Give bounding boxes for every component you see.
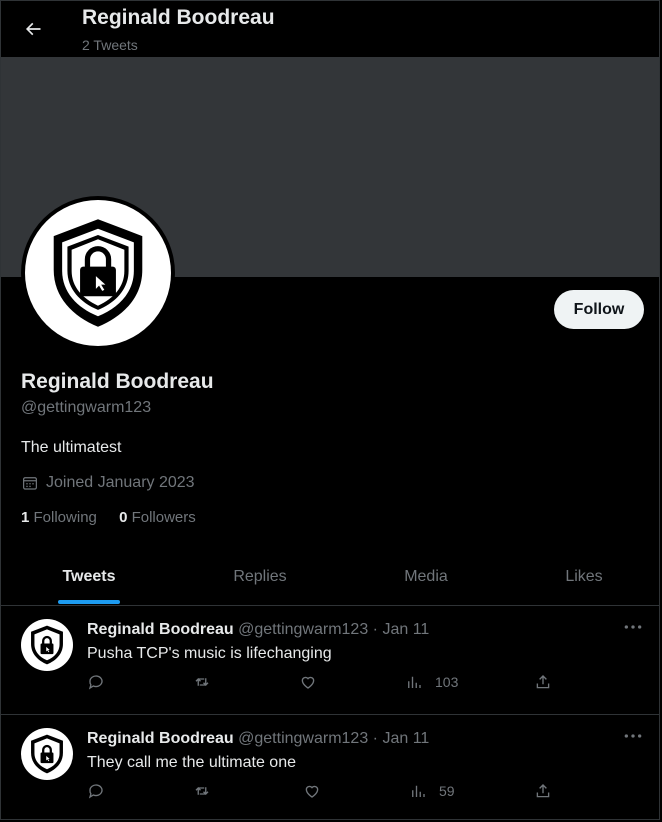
followers-label: Followers (131, 509, 196, 526)
profile-name: Reginald Boodreau (21, 370, 214, 393)
views-chart-icon (408, 676, 421, 688)
share-button[interactable] (534, 671, 552, 693)
following-label: Following (33, 509, 97, 526)
views-count: 103 (435, 674, 459, 690)
calendar-icon (23, 477, 37, 490)
header-title: Reginald Boodreau (82, 6, 275, 29)
views-chart-icon (412, 785, 425, 797)
more-options-button[interactable] (621, 728, 645, 748)
tab-replies[interactable]: Replies (177, 549, 343, 605)
more-dots-icon (624, 734, 642, 738)
tweet-item[interactable]: Reginald Boodreau @gettingwarm123 · Jan … (1, 606, 659, 715)
joined-date: Joined January 2023 (21, 474, 195, 492)
tweet-author-name[interactable]: Reginald Boodreau (87, 730, 234, 747)
reply-button[interactable] (87, 780, 105, 802)
tab-media[interactable]: Media (343, 549, 509, 605)
followers-link[interactable]: 0 Followers (119, 509, 196, 526)
tweet-avatar[interactable] (21, 619, 73, 671)
reply-button[interactable] (87, 671, 105, 693)
profile-handle: @gettingwarm123 (21, 399, 152, 416)
share-button[interactable] (534, 780, 552, 802)
tweet-handle-date[interactable]: @gettingwarm123 · Jan 11 (238, 730, 429, 747)
shield-lock-cursor-icon (31, 734, 63, 774)
profile-bio: The ultimatest (21, 439, 122, 456)
tweet-avatar[interactable] (21, 728, 73, 780)
share-icon (536, 675, 550, 689)
top-bar: Reginald Boodreau 2 Tweets (1, 1, 659, 57)
joined-label: Joined January 2023 (46, 474, 195, 491)
followers-count: 0 (119, 509, 128, 526)
tab-likes[interactable]: Likes (509, 549, 659, 605)
retweet-button[interactable] (193, 780, 211, 802)
views-count: 59 (439, 783, 455, 799)
back-arrow-icon (25, 22, 41, 36)
follow-button[interactable]: Follow (554, 290, 644, 329)
like-button[interactable] (303, 780, 321, 802)
shield-lock-cursor-icon (31, 625, 63, 665)
share-icon (536, 784, 550, 798)
tab-tweets[interactable]: Tweets (1, 549, 177, 605)
more-dots-icon (624, 625, 642, 629)
tweet-text: They call me the ultimate one (87, 754, 296, 771)
reply-icon (88, 784, 103, 799)
following-link[interactable]: 1 Following (21, 509, 97, 526)
profile-tabs: Tweets Replies Media Likes (1, 549, 659, 606)
retweet-icon (195, 787, 209, 795)
retweet-icon (195, 678, 209, 686)
shield-lock-cursor-icon (53, 219, 143, 327)
reply-icon (88, 675, 103, 690)
tweet-meta: Reginald Boodreau @gettingwarm123 · Jan … (87, 730, 429, 748)
active-tab-indicator (58, 600, 120, 604)
tweet-meta: Reginald Boodreau @gettingwarm123 · Jan … (87, 621, 429, 639)
more-options-button[interactable] (621, 619, 645, 639)
tweet-text: Pusha TCP's music is lifechanging (87, 645, 332, 662)
tweet-actions: 103 (87, 671, 567, 693)
tweet-handle-date[interactable]: @gettingwarm123 · Jan 11 (238, 621, 429, 638)
tweet-actions: 59 (87, 780, 567, 802)
profile-page: Reginald Boodreau 2 Tweets Follow Regina… (0, 0, 660, 820)
retweet-button[interactable] (193, 671, 211, 693)
views-button[interactable]: 59 (409, 780, 455, 802)
profile-avatar[interactable] (21, 196, 175, 350)
back-button[interactable] (19, 15, 47, 43)
like-button[interactable] (299, 671, 317, 693)
views-button[interactable]: 103 (405, 671, 458, 693)
follow-stats: 1 Following 0 Followers (21, 509, 214, 526)
tweet-item[interactable]: Reginald Boodreau @gettingwarm123 · Jan … (1, 715, 659, 819)
tweet-author-name[interactable]: Reginald Boodreau (87, 621, 234, 638)
heart-icon (301, 676, 315, 689)
heart-icon (305, 785, 319, 798)
following-count: 1 (21, 509, 30, 526)
tweet-count: 2 Tweets (82, 37, 138, 53)
